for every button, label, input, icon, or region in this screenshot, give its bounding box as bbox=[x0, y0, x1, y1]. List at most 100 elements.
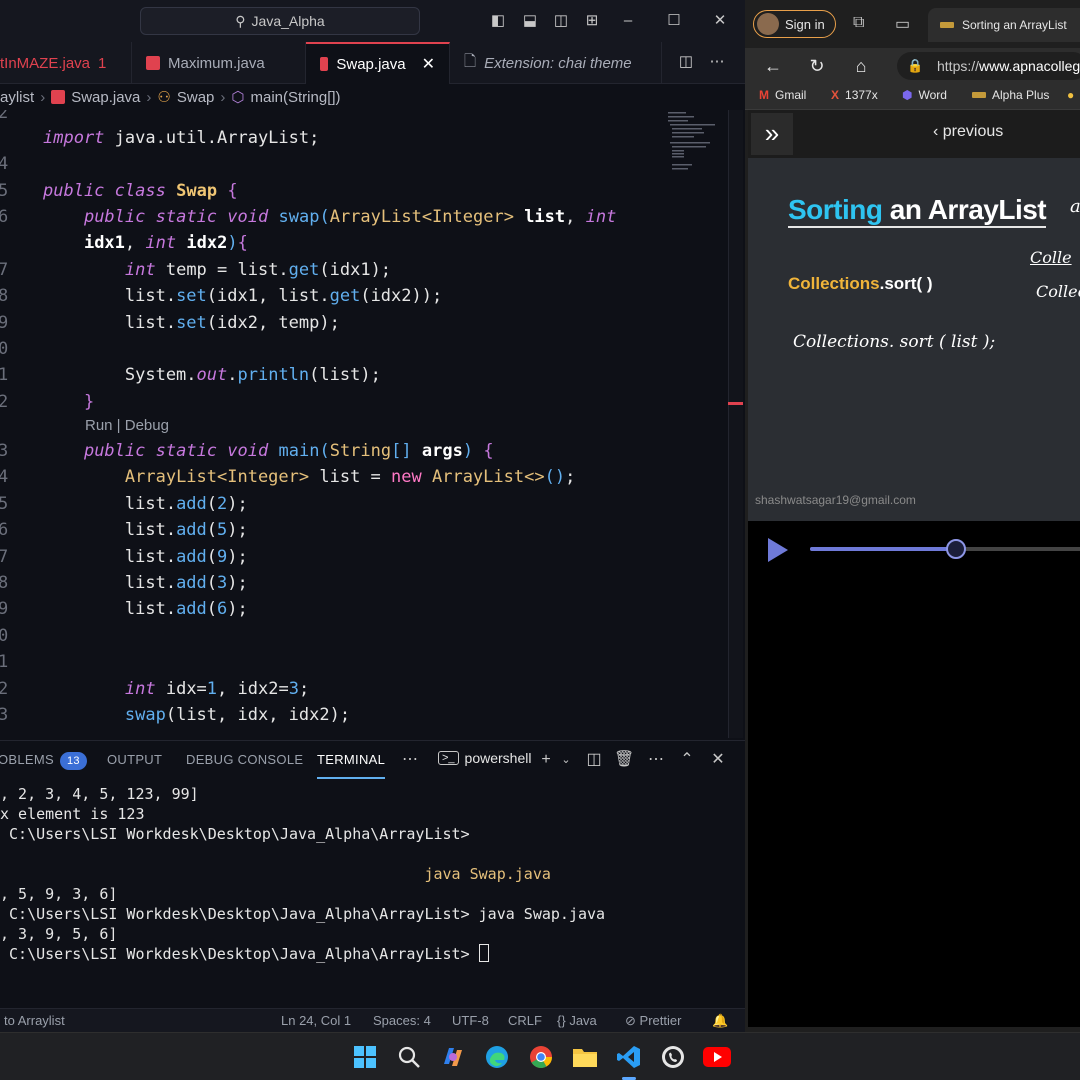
progress-slider[interactable] bbox=[810, 539, 1080, 559]
more-actions-icon[interactable]: ⋯ bbox=[646, 750, 666, 770]
watermark: shashwatsagar19@gmail.com bbox=[755, 493, 916, 507]
split-editor-icon[interactable]: ◫ bbox=[676, 52, 696, 72]
tab-actions-icon[interactable]: ▭ bbox=[895, 14, 910, 34]
line-number: 7 bbox=[0, 260, 9, 280]
minimize-icon[interactable]: – bbox=[618, 11, 638, 31]
taskbar bbox=[0, 1032, 1080, 1080]
tab-extension-chai-theme[interactable]: 🗋 Extension: chai theme bbox=[450, 42, 662, 84]
chrome-icon[interactable] bbox=[527, 1043, 555, 1071]
sign-in-button[interactable]: Sign in bbox=[753, 10, 836, 38]
toggle-primary-sidebar-icon[interactable]: ◧ bbox=[488, 11, 508, 31]
gmail-icon: M bbox=[759, 88, 769, 102]
breadcrumb-class[interactable]: Swap bbox=[177, 89, 215, 106]
previous-lesson-button[interactable]: ‹ previous bbox=[933, 123, 1003, 141]
breadcrumb-file[interactable]: Swap.java bbox=[71, 89, 140, 106]
tab-maximum[interactable]: Maximum.java bbox=[132, 42, 306, 84]
breadcrumb-method[interactable]: main(String[]) bbox=[251, 89, 341, 106]
code-editor[interactable]: 2 import java.util.ArrayList; 4 5 public … bbox=[0, 110, 660, 738]
bookmark-alpha-plus[interactable]: Alpha Plus bbox=[972, 88, 1049, 102]
search-icon: ⚲ bbox=[235, 12, 246, 29]
trash-icon[interactable]: 🗑 bbox=[614, 750, 634, 770]
workspaces-icon[interactable]: ⧉ bbox=[853, 14, 864, 32]
prettier-label: Prettier bbox=[639, 1013, 682, 1028]
tab-swap[interactable]: Swap.java ✕ bbox=[306, 42, 450, 84]
line-number: 8 bbox=[0, 573, 9, 593]
tab-tinmaze[interactable]: tInMAZE.java 1 bbox=[0, 42, 132, 84]
chevron-right-icon: › bbox=[146, 88, 152, 106]
file-explorer-icon[interactable] bbox=[571, 1043, 599, 1071]
tab-debug-console[interactable]: DEBUG CONSOLE bbox=[186, 741, 303, 779]
terminal-line: C:\Users\LSI Workdesk\Desktop\Java_Alpha… bbox=[0, 825, 470, 843]
play-icon[interactable] bbox=[768, 538, 788, 562]
tab-label: OBLEMS bbox=[0, 752, 54, 767]
tab-output[interactable]: OUTPUT bbox=[107, 741, 162, 779]
lock-icon[interactable]: 🔒 bbox=[907, 58, 923, 74]
bookmark-overflow[interactable]: ● bbox=[1067, 88, 1074, 102]
java-file-icon bbox=[51, 90, 66, 104]
video-player[interactable]: » ‹ previous Sorting an ArrayList Collec… bbox=[748, 110, 1080, 1027]
start-icon[interactable] bbox=[351, 1043, 379, 1071]
slide-subtitle-rest: .sort( ) bbox=[879, 274, 933, 293]
terminal[interactable]: , 2, 3, 4, 5, 123, 99] x element is 123 … bbox=[0, 780, 745, 1008]
progress-fill bbox=[810, 547, 956, 551]
toggle-panel-icon[interactable]: ⬓ bbox=[520, 11, 540, 31]
edge-icon[interactable] bbox=[483, 1043, 511, 1071]
address-bar[interactable]: https://www.apnacolleg bbox=[897, 52, 1080, 80]
prettier-status[interactable]: ⊘ Prettier bbox=[625, 1013, 681, 1029]
search-icon[interactable] bbox=[395, 1043, 423, 1071]
indentation[interactable]: Spaces: 4 bbox=[373, 1013, 431, 1028]
whatsapp-icon[interactable] bbox=[659, 1043, 687, 1071]
code-line: 9 list.add(6); bbox=[0, 596, 660, 622]
editor-scrollbar[interactable] bbox=[728, 110, 743, 738]
code-line: 5 public class Swap { bbox=[0, 178, 660, 204]
language-mode[interactable]: {} Java bbox=[557, 1013, 597, 1028]
expand-sidebar-button[interactable]: » bbox=[751, 113, 793, 155]
maximize-icon[interactable]: ☐ bbox=[664, 11, 684, 31]
prompt-text: C:\Users\LSI Workdesk\Desktop\Java_Alpha… bbox=[0, 945, 479, 963]
split-terminal-icon[interactable]: ◫ bbox=[584, 750, 604, 770]
run-debug-codelens[interactable]: Run | Debug bbox=[85, 413, 169, 439]
maximize-panel-icon[interactable]: ⌃ bbox=[677, 750, 697, 770]
bookmark-word[interactable]: ⬢ Word bbox=[902, 88, 947, 102]
status-left[interactable]: to Arraylist bbox=[4, 1013, 65, 1028]
refresh-icon[interactable]: ↻ bbox=[807, 56, 827, 76]
tab-terminal[interactable]: TERMINAL bbox=[317, 741, 386, 779]
cursor-position[interactable]: Ln 24, Col 1 bbox=[281, 1013, 351, 1028]
minimap[interactable] bbox=[660, 110, 730, 738]
encoding[interactable]: UTF-8 bbox=[452, 1013, 489, 1028]
code-line: 8 list.add(3); bbox=[0, 570, 660, 596]
back-icon[interactable]: ← bbox=[763, 56, 783, 76]
vscode-icon[interactable] bbox=[615, 1043, 643, 1071]
line-number: 3 bbox=[0, 705, 9, 725]
browser-tab-sorting-arraylist[interactable]: Sorting an ArrayList bbox=[928, 8, 1080, 42]
status-bar: to Arraylist Ln 24, Col 1 Spaces: 4 UTF-… bbox=[0, 1008, 745, 1032]
command-center-search[interactable]: ⚲ Java_Alpha bbox=[140, 7, 420, 35]
youtube-icon[interactable] bbox=[703, 1043, 731, 1071]
video-controls bbox=[748, 521, 1080, 571]
toggle-secondary-sidebar-icon[interactable]: ◫ bbox=[551, 11, 571, 31]
close-window-icon[interactable]: ✕ bbox=[710, 11, 730, 31]
terminal-line: C:\Users\LSI Workdesk\Desktop\Java_Alpha… bbox=[0, 905, 606, 923]
chevron-down-icon[interactable]: ⌄ bbox=[556, 750, 576, 770]
close-panel-icon[interactable]: ✕ bbox=[708, 750, 728, 770]
more-actions-icon[interactable]: ⋯ bbox=[707, 52, 727, 72]
bookmark-1377x[interactable]: X 1377x bbox=[831, 88, 878, 102]
tab-problems[interactable]: OBLEMS 13 bbox=[0, 741, 87, 779]
home-icon[interactable]: ⌂ bbox=[851, 56, 871, 76]
end-of-line[interactable]: CRLF bbox=[508, 1013, 542, 1028]
add-terminal-icon[interactable]: + bbox=[536, 750, 556, 770]
copilot-icon[interactable] bbox=[439, 1043, 467, 1071]
line-number: 7 bbox=[0, 547, 9, 567]
bookmark-gmail[interactable]: M Gmail bbox=[759, 88, 806, 102]
breadcrumb-folder[interactable]: aylist bbox=[0, 89, 34, 106]
terminal-shell-selector[interactable]: >_ powershell bbox=[438, 750, 531, 766]
bookmark-label: Gmail bbox=[775, 88, 807, 102]
progress-thumb[interactable] bbox=[945, 539, 966, 559]
code-line: 3 swap(list, idx, idx2); bbox=[0, 702, 660, 728]
sign-in-label: Sign in bbox=[785, 16, 825, 32]
close-tab-icon[interactable]: ✕ bbox=[422, 54, 435, 74]
more-icon[interactable]: ⋯ bbox=[400, 750, 420, 770]
notifications-icon[interactable]: 🔔 bbox=[712, 1013, 728, 1029]
customize-layout-icon[interactable]: ⊞ bbox=[582, 11, 602, 31]
code-line: 1 bbox=[0, 649, 660, 675]
